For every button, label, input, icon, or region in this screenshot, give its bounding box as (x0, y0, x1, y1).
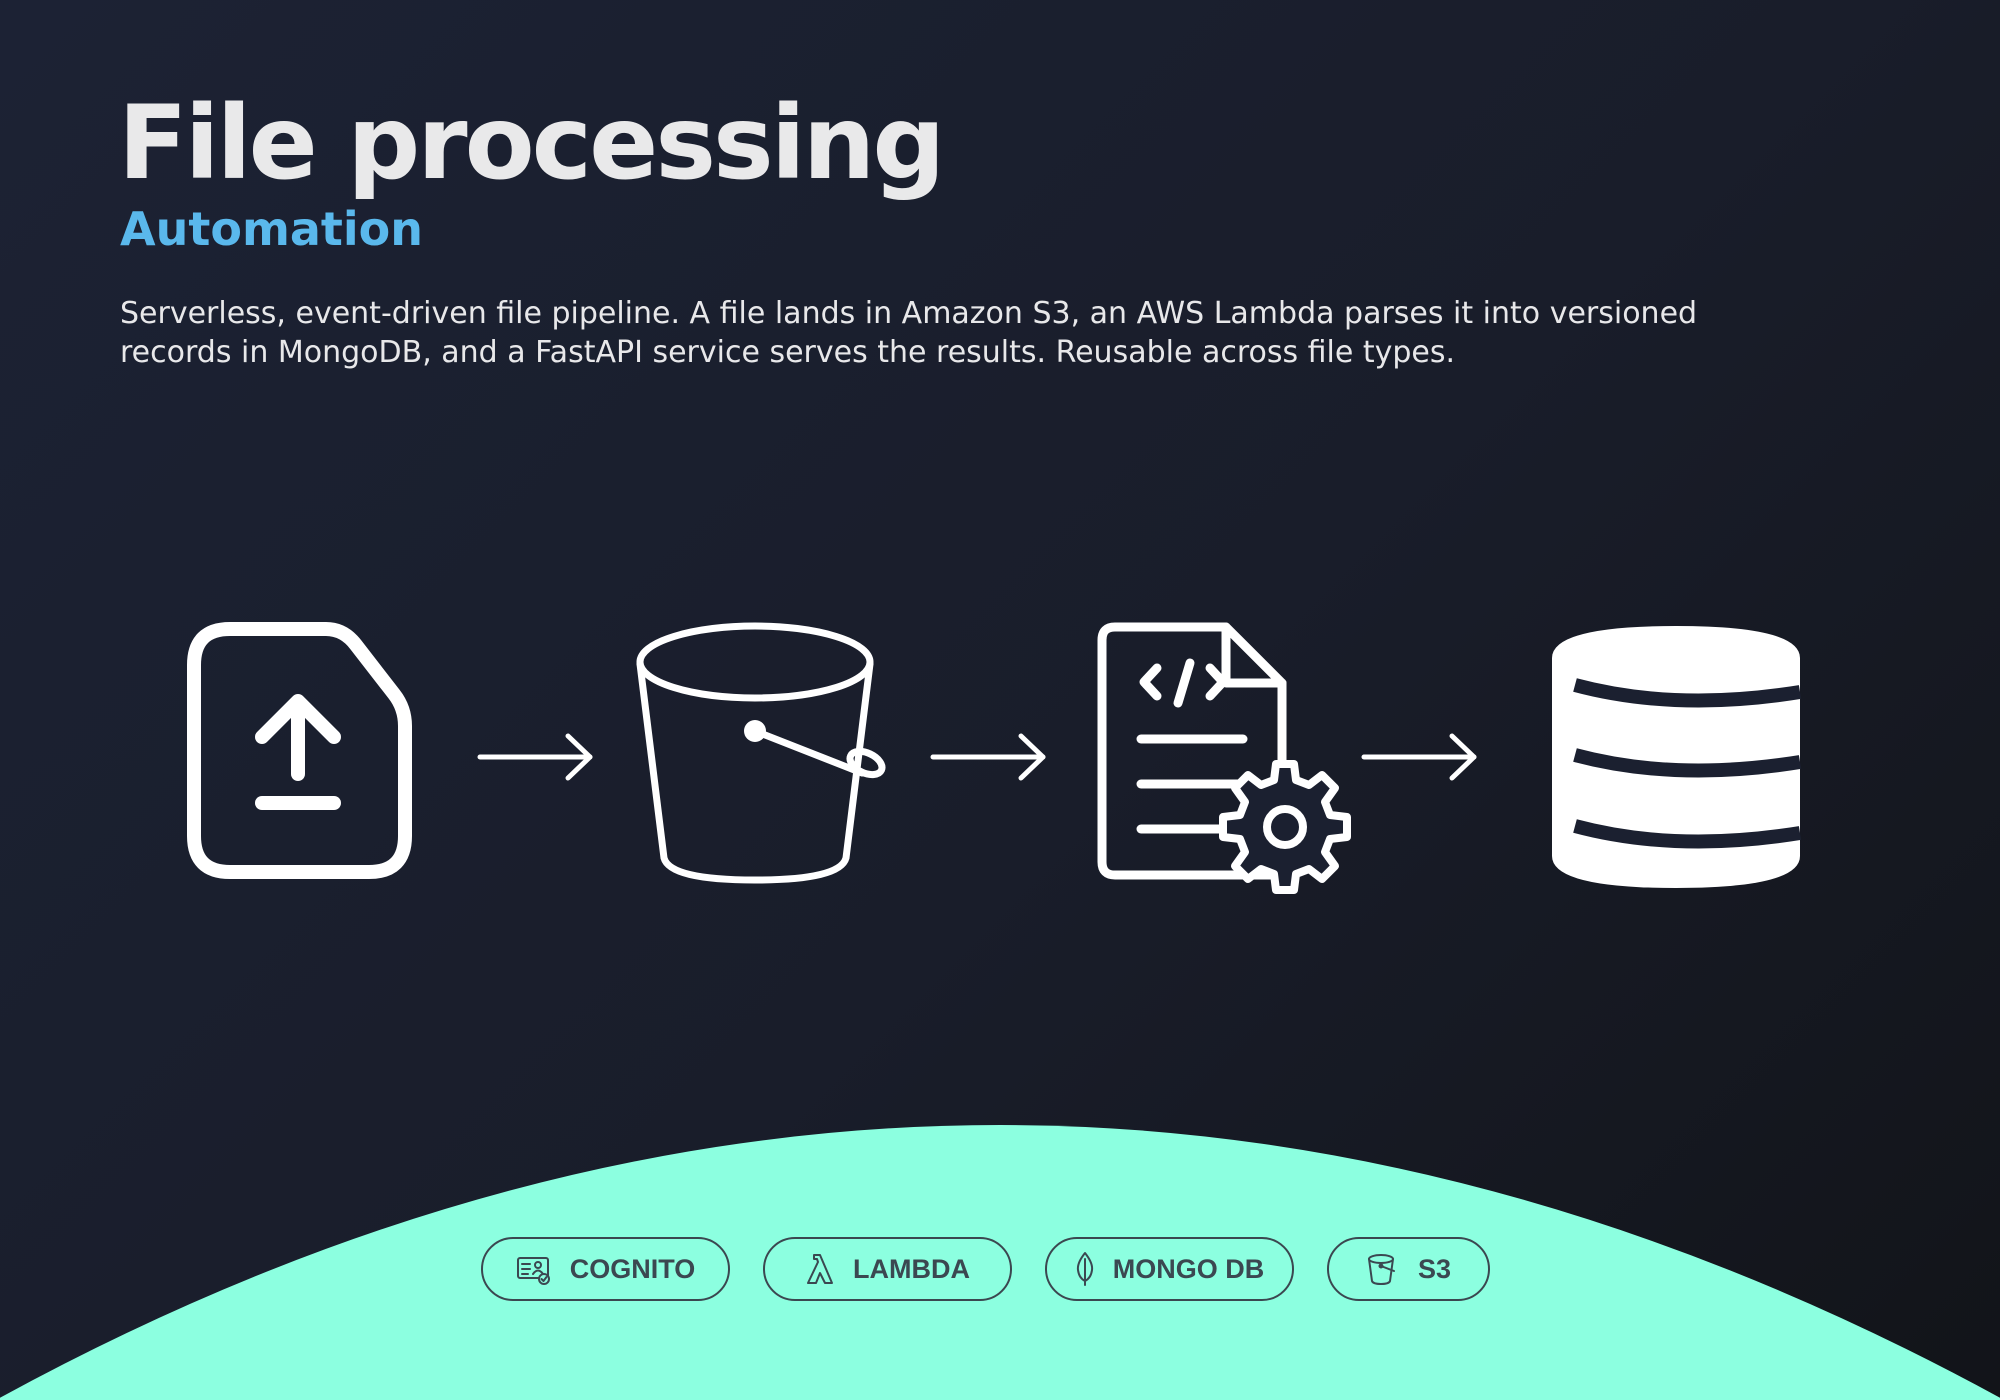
pipeline-diagram (0, 622, 2000, 1400)
bucket-icon (1367, 1254, 1395, 1285)
tag-mongodb: MONGO DB (1045, 1237, 1294, 1301)
arrow-right-icon (930, 733, 1046, 781)
tag-label: LAMBDA (853, 1253, 970, 1284)
bucket-handle-dot (744, 720, 766, 742)
arrow-right-icon (477, 733, 593, 781)
cognito-icon (516, 1257, 550, 1285)
arrow-right-icon (1361, 733, 1477, 781)
mongodb-leaf-icon (1076, 1252, 1093, 1286)
file-upload-icon (187, 622, 412, 879)
tag-s3: S3 (1327, 1237, 1490, 1301)
tag-label: MONGO DB (1112, 1253, 1265, 1284)
database-icon (1552, 626, 1802, 888)
gear-icon (1219, 760, 1351, 894)
tag-lambda: LAMBDA (763, 1237, 1012, 1301)
tag-label: S3 (1417, 1253, 1452, 1284)
lambda-icon (807, 1254, 833, 1284)
s3-bucket-icon (636, 622, 886, 884)
tag-cognito: COGNITO (481, 1237, 730, 1301)
tag-label: COGNITO (569, 1253, 696, 1284)
